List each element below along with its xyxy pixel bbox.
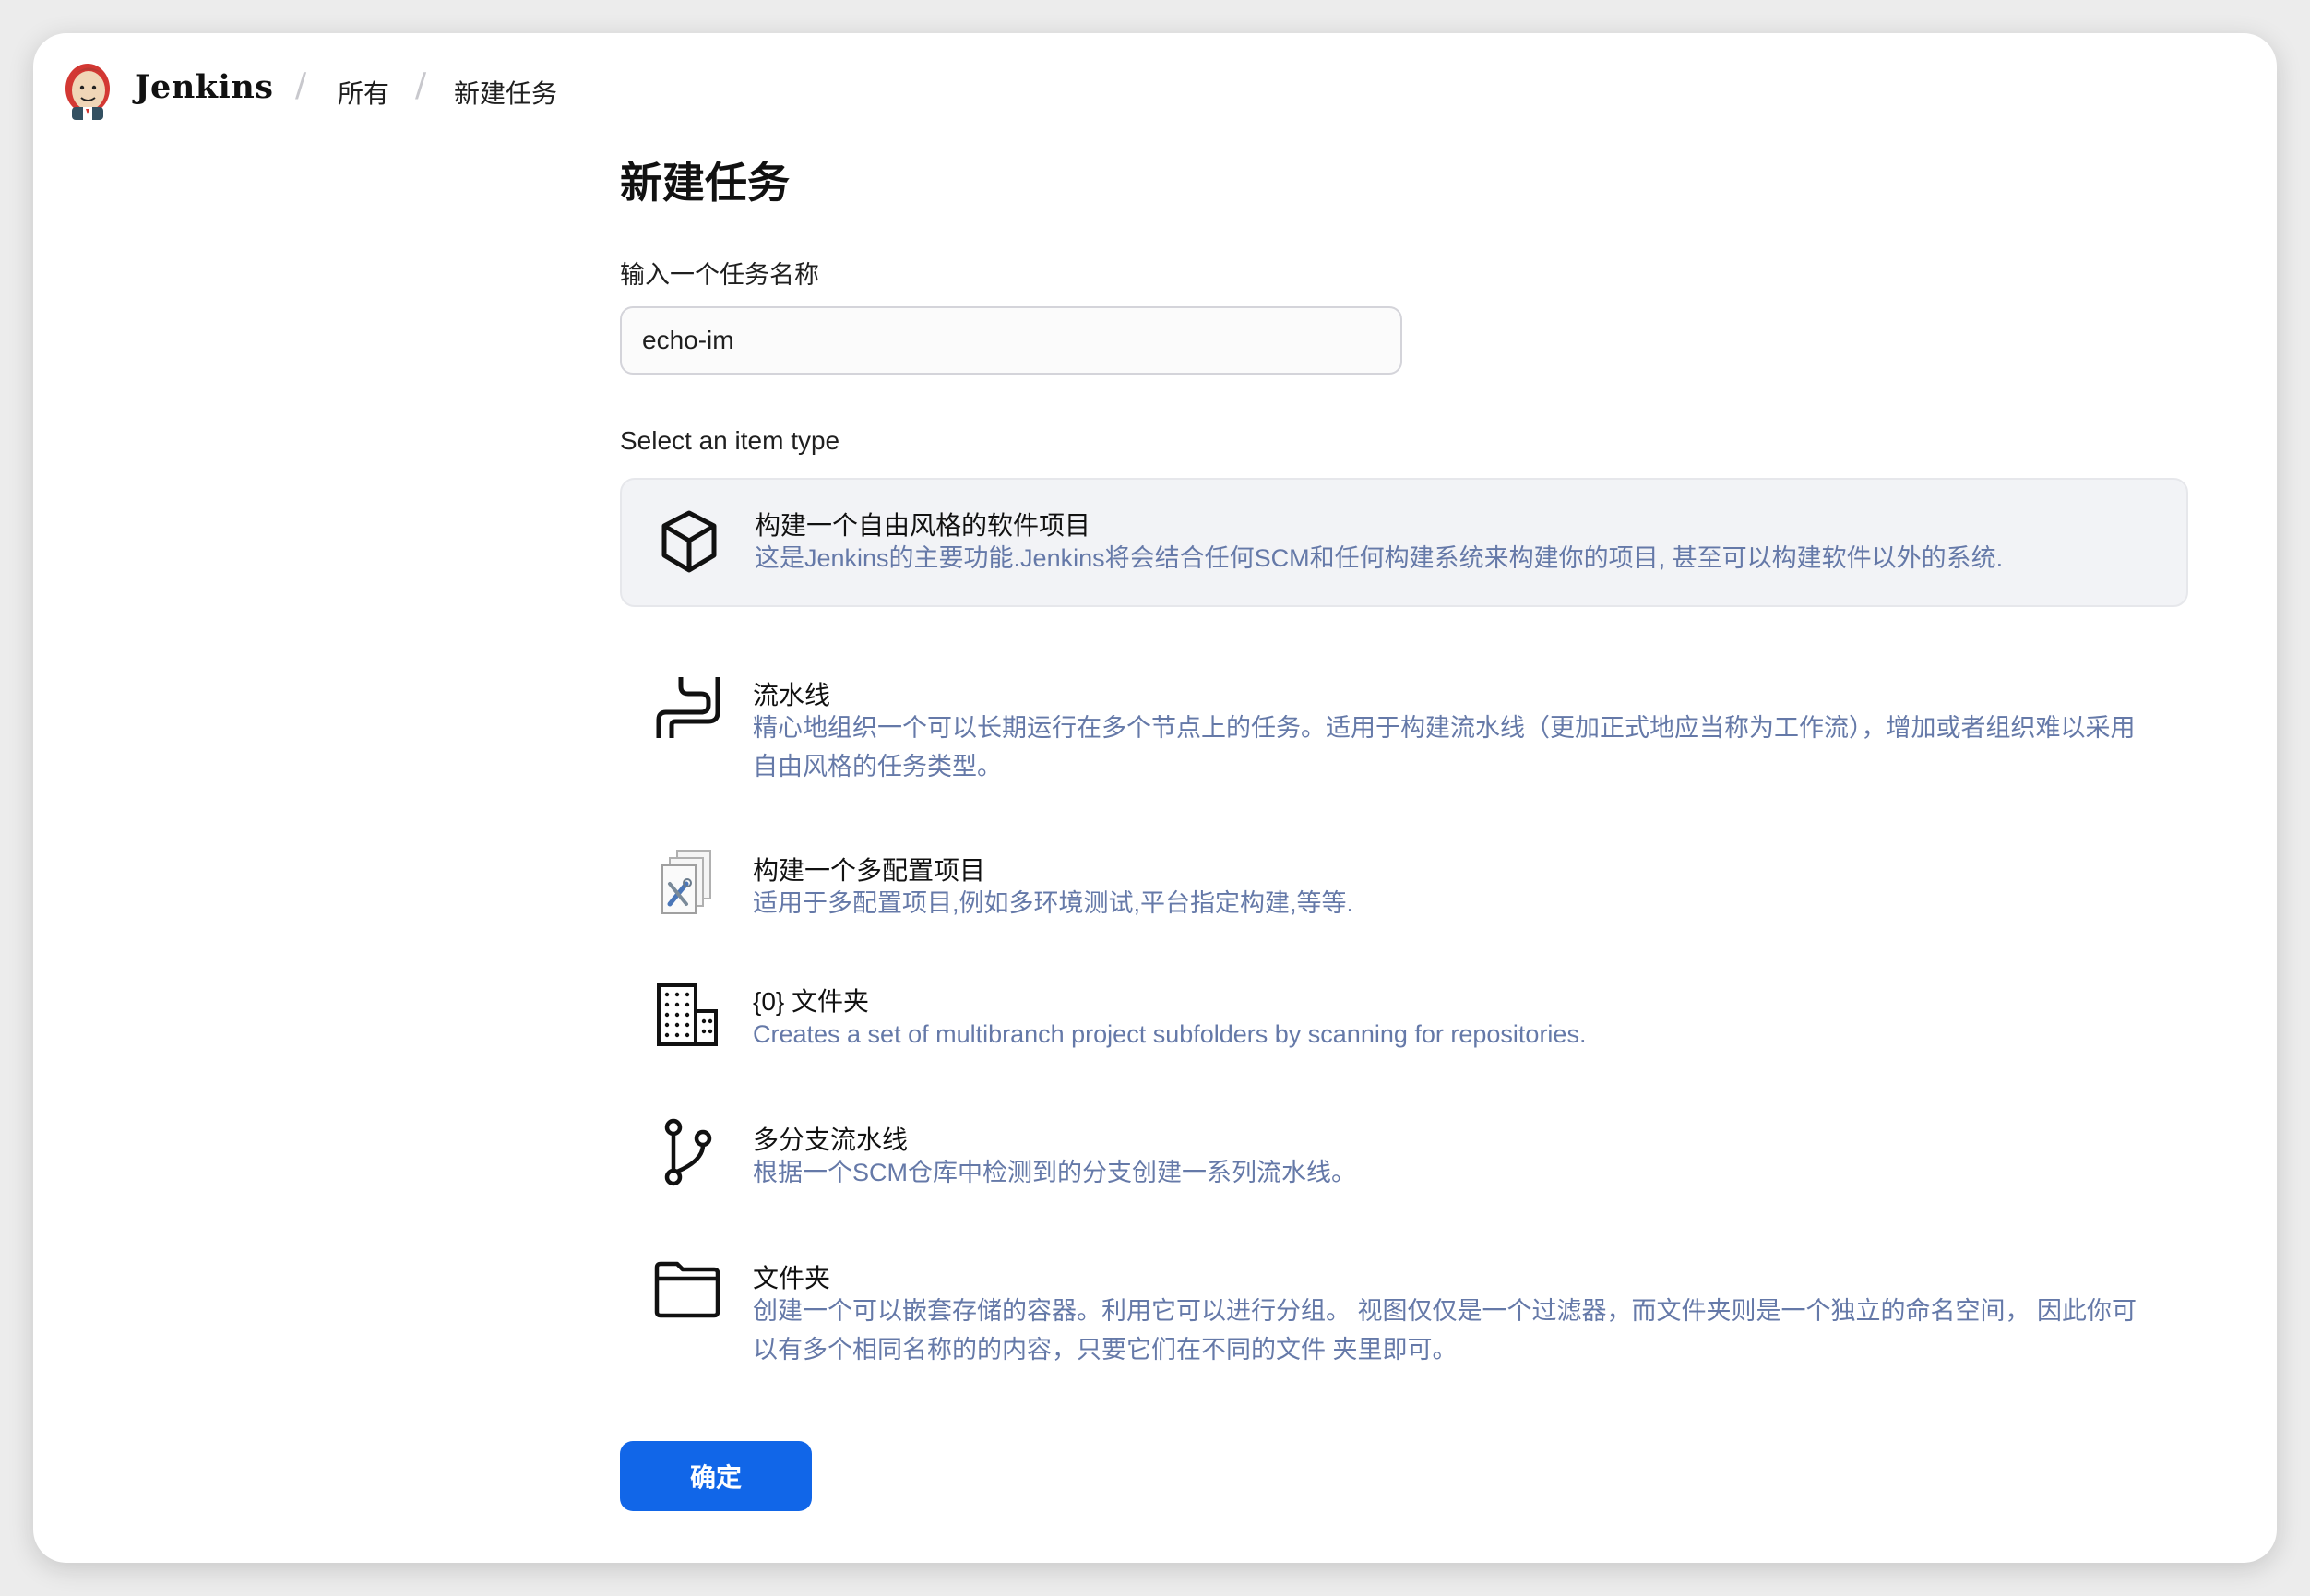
item-title: 构建一个自由风格的软件项目	[755, 511, 1091, 540]
item-title: 流水线	[753, 681, 831, 709]
multi-configuration-icon	[661, 850, 711, 914]
branch-icon	[664, 1118, 712, 1186]
ok-button[interactable]: 确定	[620, 1441, 812, 1511]
folder-icon	[654, 1261, 720, 1318]
item-title: 多分支流水线	[753, 1126, 909, 1154]
item-description: 精心地组织一个可以长期运行在多个节点上的任务。适用于构建流水线（更加正式地应当称…	[753, 714, 2136, 780]
item-name-input[interactable]	[620, 306, 1402, 375]
item-type-folder[interactable]: 文件夹 创建一个可以嵌套存储的容器。利用它可以进行分组。 视图仅仅是一个过滤器，…	[620, 1236, 2188, 1393]
item-type-multibranch-pipeline[interactable]: 多分支流水线 根据一个SCM仓库中检测到的分支创建一系列流水线。	[620, 1098, 2188, 1209]
item-title: {0} 文件夹	[753, 987, 870, 1016]
item-type-organization-folder[interactable]: {0} 文件夹 Creates a set of multibranch pro…	[620, 959, 2188, 1070]
cube-icon	[661, 510, 717, 573]
breadcrumb-separator: /	[415, 66, 427, 104]
item-description: 创建一个可以嵌套存储的容器。利用它可以进行分组。 视图仅仅是一个过滤器，而文件夹…	[753, 1297, 2137, 1364]
breadcrumb-new-item[interactable]: 新建任务	[454, 74, 557, 111]
organization-folder-icon	[657, 983, 718, 1046]
item-type-freestyle[interactable]: 构建一个自由风格的软件项目 这是Jenkins的主要功能.Jenkins将会结合…	[620, 478, 2188, 607]
item-title: 文件夹	[753, 1264, 831, 1292]
page-title: 新建任务	[620, 159, 790, 207]
breadcrumb: Jenkins / 所有 / 新建任务	[33, 33, 2277, 144]
item-description: 根据一个SCM仓库中检测到的分支创建一系列流水线。	[753, 1159, 1356, 1186]
browser-window: Jenkins / 所有 / 新建任务 新建任务 输入一个任务名称 Select…	[33, 33, 2277, 1563]
item-type-pipeline[interactable]: 流水线 精心地组织一个可以长期运行在多个节点上的任务。适用于构建流水线（更加正式…	[620, 635, 2188, 792]
item-description: 适用于多配置项目,例如多环境测试,平台指定构建,等等.	[753, 889, 1354, 917]
brand-name[interactable]: Jenkins	[135, 68, 273, 106]
item-title: 构建一个多配置项目	[753, 856, 986, 885]
jenkins-logo-icon[interactable]	[59, 57, 116, 124]
item-type-label: Select an item type	[620, 426, 840, 455]
item-name-label: 输入一个任务名称	[620, 261, 819, 289]
item-description: 这是Jenkins的主要功能.Jenkins将会结合任何SCM和任何构建系统来构…	[755, 544, 2004, 572]
breadcrumb-separator: /	[295, 66, 307, 104]
breadcrumb-all[interactable]: 所有	[338, 74, 389, 111]
item-type-multi-configuration[interactable]: 构建一个多配置项目 适用于多配置项目,例如多环境测试,平台指定构建,等等.	[620, 828, 2188, 939]
item-description: Creates a set of multibranch project sub…	[753, 1020, 1587, 1048]
pipeline-icon	[656, 677, 720, 738]
